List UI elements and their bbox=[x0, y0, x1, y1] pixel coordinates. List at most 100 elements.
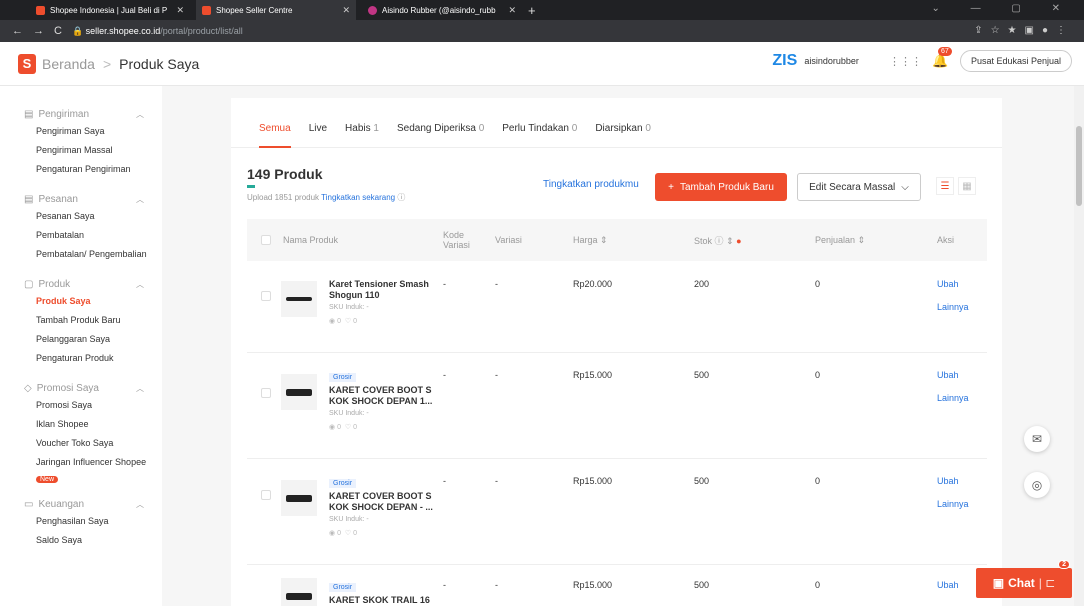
browser-tab[interactable]: Aisindo Rubber (@aisindo_rubb ✕ bbox=[362, 0, 522, 20]
scrollbar-thumb[interactable] bbox=[1076, 126, 1082, 206]
shop-logo-icon[interactable]: ZIS bbox=[772, 50, 797, 72]
sidebar-item-income[interactable]: Penghasilan Saya bbox=[0, 512, 162, 531]
edit-link[interactable]: Ubah bbox=[937, 370, 969, 380]
select-all-checkbox[interactable] bbox=[261, 235, 271, 245]
sidebar-item-mass-shipping[interactable]: Pengiriman Massal bbox=[0, 141, 162, 160]
sidebar-item-vouchers[interactable]: Voucher Toko Saya bbox=[0, 434, 162, 453]
browser-tab-active[interactable]: Shopee Seller Centre ✕ bbox=[196, 0, 356, 20]
col-code: Kode Variasi bbox=[443, 230, 470, 250]
tab-action-needed[interactable]: Perlu Tindakan 0 bbox=[502, 123, 577, 147]
help-icon[interactable]: ⓘ bbox=[397, 193, 405, 202]
add-product-button[interactable]: + Tambah Produk Baru bbox=[655, 173, 787, 201]
sidebar-section-header[interactable]: ▢ Produk ︿ bbox=[0, 276, 162, 292]
list-view-icon[interactable]: ☰ bbox=[936, 177, 954, 195]
shop-name[interactable]: aisindorubber bbox=[804, 56, 859, 66]
improve-products-link[interactable]: Tingkatkan produkmu bbox=[543, 179, 639, 190]
sort-icon: ⇕ bbox=[726, 235, 734, 246]
sidebar-section-header[interactable]: ▤ Pesanan ︿ bbox=[0, 191, 162, 207]
education-center-button[interactable]: Pusat Edukasi Penjual bbox=[959, 50, 1072, 72]
browser-actions[interactable]: ⇪☆★▣●⋮ bbox=[974, 25, 1074, 36]
product-thumbnail[interactable] bbox=[281, 480, 317, 516]
chat-button[interactable]: ▣ Chat | ⊏ 2 bbox=[976, 560, 1072, 598]
upload-text: Upload 1851 produk bbox=[247, 193, 320, 202]
stock: 500 bbox=[694, 370, 710, 380]
sidebar-section-promotions: ◇ Promosi Saya ︿ Promosi Saya Iklan Shopee… bbox=[0, 380, 162, 484]
likes-count: 0 bbox=[353, 424, 357, 431]
col-sales[interactable]: Penjualan ⇕ bbox=[815, 235, 865, 246]
shopee-logo-icon[interactable]: S bbox=[18, 53, 36, 74]
edit-link[interactable]: Ubah bbox=[937, 476, 969, 486]
section-title: Promosi Saya bbox=[36, 382, 99, 394]
upload-limit-text: Upload 1851 produk Tingkatkan sekarang ⓘ bbox=[247, 192, 405, 203]
sidebar-item-my-promotions[interactable]: Promosi Saya bbox=[0, 396, 162, 415]
product-name[interactable]: Karet Tensioner Smash Shogun 110 bbox=[329, 279, 437, 301]
apps-grid-icon[interactable]: ⋮⋮⋮ bbox=[889, 55, 922, 68]
edit-link[interactable]: Ubah bbox=[937, 580, 959, 590]
sidebar-item-cancellation[interactable]: Pembatalan bbox=[0, 226, 162, 245]
button-label: Tambah Produk Baru bbox=[679, 181, 774, 193]
sidebar-item-violations[interactable]: Pelanggaran Saya bbox=[0, 330, 162, 349]
row-checkbox[interactable] bbox=[261, 490, 271, 500]
tab-label: Diarsipkan bbox=[595, 123, 643, 134]
row-checkbox[interactable] bbox=[261, 388, 271, 398]
product-thumbnail[interactable] bbox=[281, 374, 317, 410]
notification-bell-icon[interactable]: 🔔 67 bbox=[932, 47, 952, 69]
product-name[interactable]: KARET COVER BOOT S KOK SHOCK DEPAN - ... bbox=[329, 491, 437, 513]
more-link[interactable]: Lainnya bbox=[937, 499, 969, 509]
sidebar-item-shipping-settings[interactable]: Pengaturan Pengiriman bbox=[0, 160, 162, 179]
sidebar-item-influencer[interactable]: Jaringan Influencer Shopee bbox=[0, 453, 162, 472]
variation-code: - bbox=[443, 580, 446, 590]
sidebar-item-add-product[interactable]: Tambah Produk Baru bbox=[0, 311, 162, 330]
browser-tab[interactable]: Shopee Indonesia | Jual Beli di P ✕ bbox=[30, 0, 190, 20]
grid-view-icon[interactable]: ▦ bbox=[958, 177, 976, 195]
sidebar-section-header[interactable]: ◇ Promosi Saya ︿ bbox=[0, 380, 162, 396]
product-thumbnail[interactable] bbox=[281, 578, 317, 606]
forward-icon[interactable]: → bbox=[33, 25, 44, 37]
sidebar-item-my-orders[interactable]: Pesanan Saya bbox=[0, 207, 162, 226]
breadcrumb-current: Produk Saya bbox=[119, 55, 200, 72]
sidebar-item-shopee-ads[interactable]: Iklan Shopee bbox=[0, 415, 162, 434]
row-checkbox[interactable] bbox=[261, 291, 271, 301]
window-controls[interactable]: ⌄ — ▢ ✕ bbox=[931, 3, 1074, 14]
tab-all[interactable]: Semua bbox=[259, 123, 291, 148]
more-link[interactable]: Lainnya bbox=[937, 302, 969, 312]
sidebar-item-product-settings[interactable]: Pengaturan Produk bbox=[0, 349, 162, 368]
sales: 0 bbox=[815, 476, 821, 486]
stock: 500 bbox=[694, 580, 710, 590]
sidebar-section-header[interactable]: ▭ Keuangan ︿ bbox=[0, 496, 162, 512]
product-thumbnail[interactable] bbox=[281, 281, 317, 317]
tab-sold-out[interactable]: Habis 1 bbox=[345, 123, 379, 147]
support-icon[interactable]: ◎ bbox=[1024, 472, 1050, 498]
inbox-icon[interactable]: ✉ bbox=[1024, 426, 1050, 452]
sidebar-section-header[interactable]: ▤ Pengiriman ︿ bbox=[0, 106, 162, 122]
close-tab-icon[interactable]: ✕ bbox=[342, 5, 350, 16]
mass-edit-dropdown[interactable]: Edit Secara Massal ⌵ bbox=[797, 173, 921, 201]
chat-bubble-icon: ▣ bbox=[992, 576, 1005, 590]
product-stats: ◉ 0 ♡ 0 bbox=[329, 423, 437, 431]
sidebar-item-returns[interactable]: Pembatalan/ Pengembalian bbox=[0, 245, 162, 264]
upgrade-link[interactable]: Tingkatkan sekarang bbox=[321, 193, 395, 202]
more-link[interactable]: Lainnya bbox=[937, 393, 969, 403]
sidebar-item-balance[interactable]: Saldo Saya bbox=[0, 531, 162, 550]
close-tab-icon[interactable]: ✕ bbox=[508, 5, 516, 16]
sidebar-section-finance: ▭ Keuangan ︿ Penghasilan Saya Saldo Saya bbox=[0, 496, 162, 550]
sidebar-item-my-products[interactable]: Produk Saya bbox=[0, 292, 162, 311]
col-stock[interactable]: Stok ⓘ ⇕ ● bbox=[694, 234, 742, 247]
col-price[interactable]: Harga ⇕ bbox=[573, 235, 608, 246]
product-stats: ◉ 0 ♡ 0 bbox=[329, 317, 437, 325]
product-name[interactable]: KARET COVER BOOT S KOK SHOCK DEPAN 1... bbox=[329, 385, 437, 407]
edit-link[interactable]: Ubah bbox=[937, 279, 969, 289]
product-name[interactable]: KARET SKOK TRAIL 16 bbox=[329, 595, 437, 606]
sidebar: ▤ Pengiriman ︿ Pengiriman Saya Pengiriman … bbox=[0, 86, 162, 606]
close-tab-icon[interactable]: ✕ bbox=[176, 5, 184, 16]
back-icon[interactable]: ← bbox=[12, 25, 23, 37]
url-field[interactable]: 🔒 seller.shopee.co.id/portal/product/lis… bbox=[72, 26, 243, 37]
tab-archived[interactable]: Diarsipkan 0 bbox=[595, 123, 651, 147]
reload-icon[interactable]: C bbox=[54, 25, 62, 37]
tab-under-review[interactable]: Sedang Diperiksa 0 bbox=[397, 123, 484, 147]
page-scrollbar[interactable] bbox=[1074, 86, 1084, 606]
sidebar-item-my-shipping[interactable]: Pengiriman Saya bbox=[0, 122, 162, 141]
tab-live[interactable]: Live bbox=[309, 123, 327, 147]
breadcrumb-home[interactable]: Beranda bbox=[42, 56, 95, 72]
new-tab-icon[interactable]: + bbox=[528, 3, 536, 18]
